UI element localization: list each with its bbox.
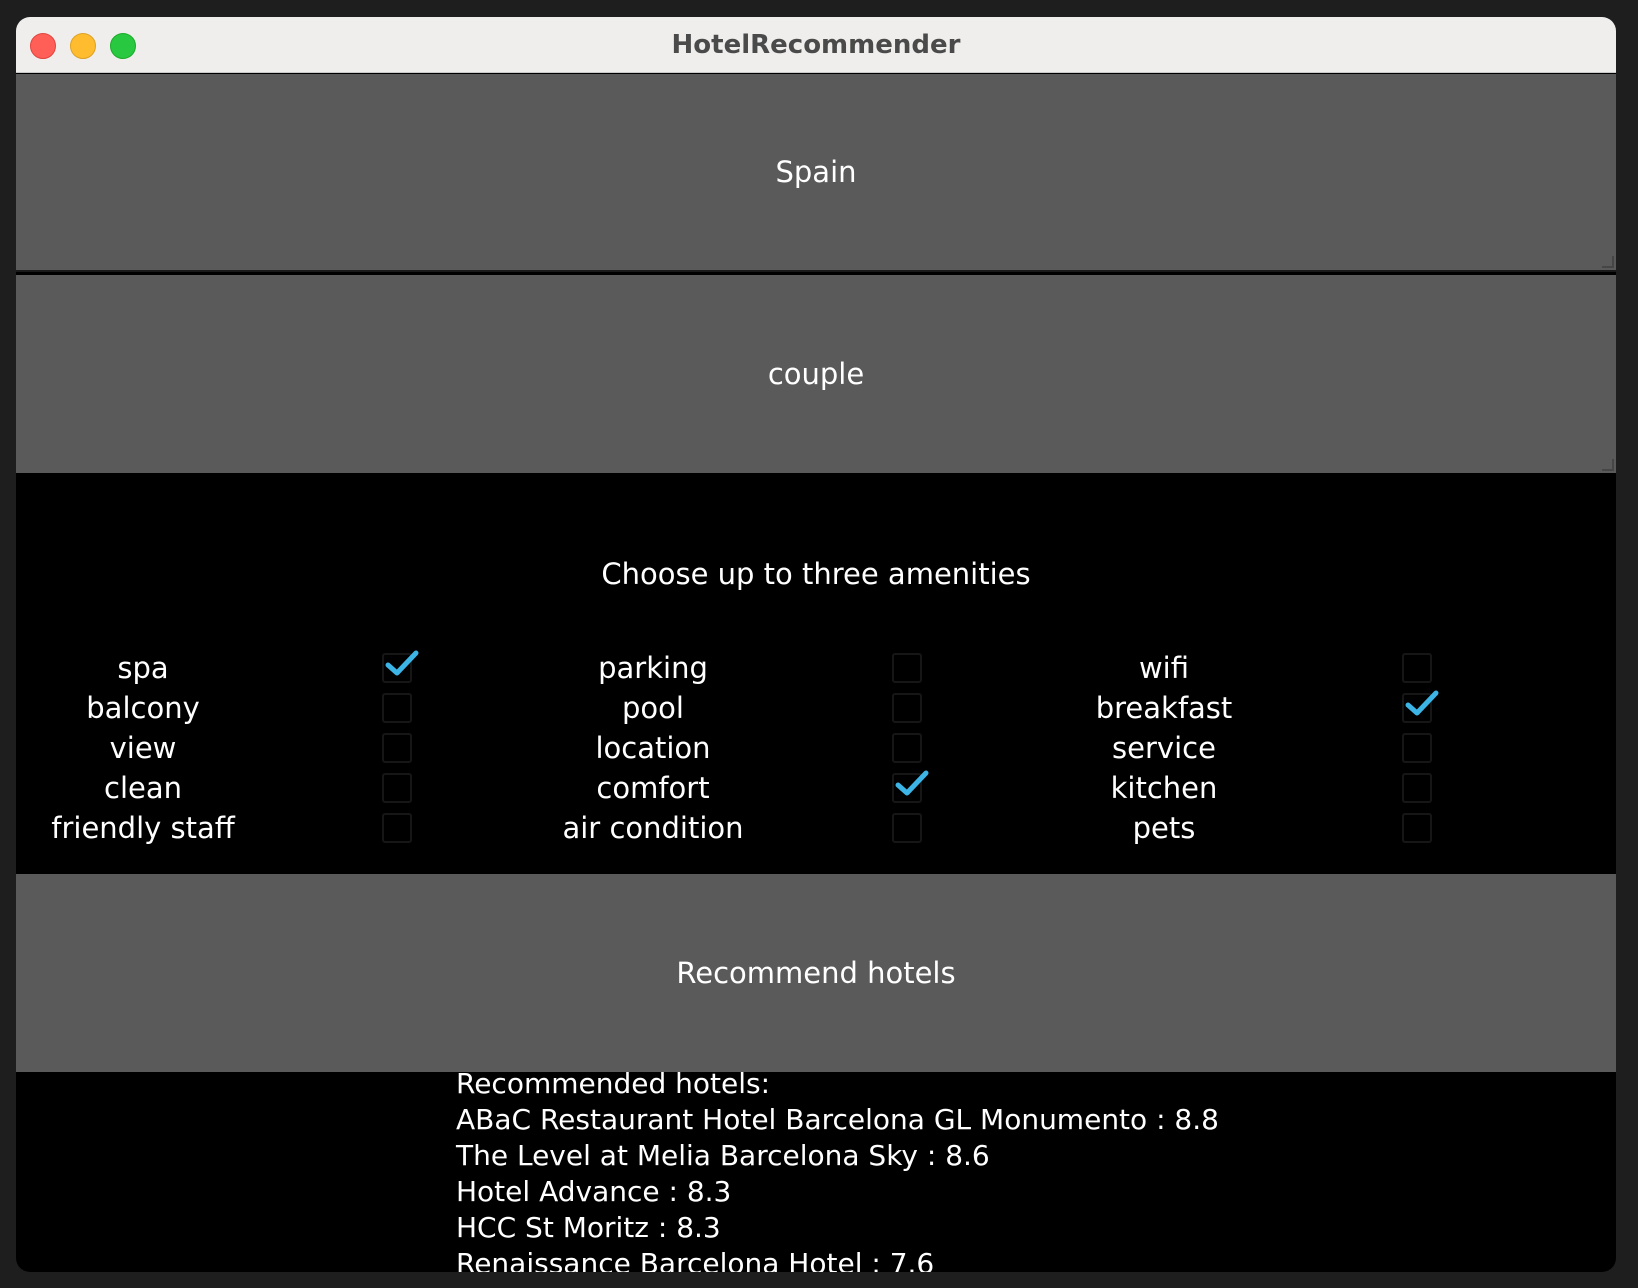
app-window: HotelRecommender Spain couple Choose up … [16, 17, 1616, 1272]
traveler-type-value: couple [767, 357, 865, 391]
amenity-checkbox-service[interactable] [1402, 733, 1432, 763]
amenity-checkbox-comfort[interactable] [892, 770, 929, 803]
amenity-checkbox-breakfast[interactable] [1402, 690, 1439, 723]
amenity-checkbox-clean[interactable] [382, 773, 412, 803]
recommend-hotels-button[interactable]: Recommend hotels [16, 874, 1616, 1072]
amenity-label-service: service [1112, 731, 1216, 765]
amenity-label-spa: spa [117, 651, 169, 685]
resize-grip-icon[interactable] [1602, 256, 1614, 268]
amenity-label-comfort: comfort [596, 771, 710, 805]
amenity-label-parking: parking [598, 651, 708, 685]
amenity-checkbox-pets[interactable] [1402, 813, 1432, 843]
result-line: Hotel Advance : 8.3 [456, 1175, 732, 1208]
title-bar[interactable]: HotelRecommender [16, 17, 1616, 73]
amenity-checkbox-location[interactable] [892, 733, 922, 763]
amenity-checkbox-pool[interactable] [892, 693, 922, 723]
amenity-checkbox-friendly-staff[interactable] [382, 813, 412, 843]
results-heading: Recommended hotels: [456, 1067, 771, 1100]
amenity-label-view: view [109, 731, 177, 765]
resize-grip-icon[interactable] [1602, 459, 1614, 471]
amenity-label-location: location [595, 731, 711, 765]
amenity-label-clean: clean [104, 771, 182, 805]
amenity-label-friendly-staff: friendly staff [51, 811, 235, 845]
results-panel: Recommended hotels: ABaC Restaurant Hote… [456, 1066, 1219, 1272]
amenity-checkbox-kitchen[interactable] [1402, 773, 1432, 803]
amenity-label-breakfast: breakfast [1095, 691, 1233, 725]
amenity-checkbox-parking[interactable] [892, 653, 922, 683]
checkmark-icon [385, 650, 419, 676]
amenities-heading: Choose up to three amenities [601, 557, 1031, 591]
country-input[interactable]: Spain [16, 74, 1616, 272]
amenity-checkbox-wifi[interactable] [1402, 653, 1432, 683]
result-line: The Level at Melia Barcelona Sky : 8.6 [456, 1139, 990, 1172]
amenity-label-kitchen: kitchen [1110, 771, 1218, 805]
amenity-label-pets: pets [1132, 811, 1196, 845]
amenity-checkbox-balcony[interactable] [382, 693, 412, 723]
checkmark-icon [895, 770, 929, 796]
amenity-checkbox-view[interactable] [382, 733, 412, 763]
window-title: HotelRecommender [671, 30, 961, 60]
amenity-checkbox-spa[interactable] [382, 650, 419, 683]
amenity-label-wifi: wifi [1138, 651, 1190, 685]
result-line: ABaC Restaurant Hotel Barcelona GL Monum… [456, 1103, 1219, 1136]
result-line: Renaissance Barcelona Hotel : 7.6 [456, 1247, 935, 1272]
checkmark-icon [1405, 690, 1439, 716]
amenity-checkbox-air-condition[interactable] [892, 813, 922, 843]
country-value: Spain [775, 155, 857, 189]
result-line: HCC St Moritz : 8.3 [456, 1211, 721, 1244]
amenity-label-pool: pool [622, 691, 684, 725]
amenity-label-air-condition: air condition [562, 811, 744, 845]
amenity-label-balcony: balcony [86, 691, 200, 725]
traveler-type-input[interactable]: couple [16, 275, 1616, 473]
